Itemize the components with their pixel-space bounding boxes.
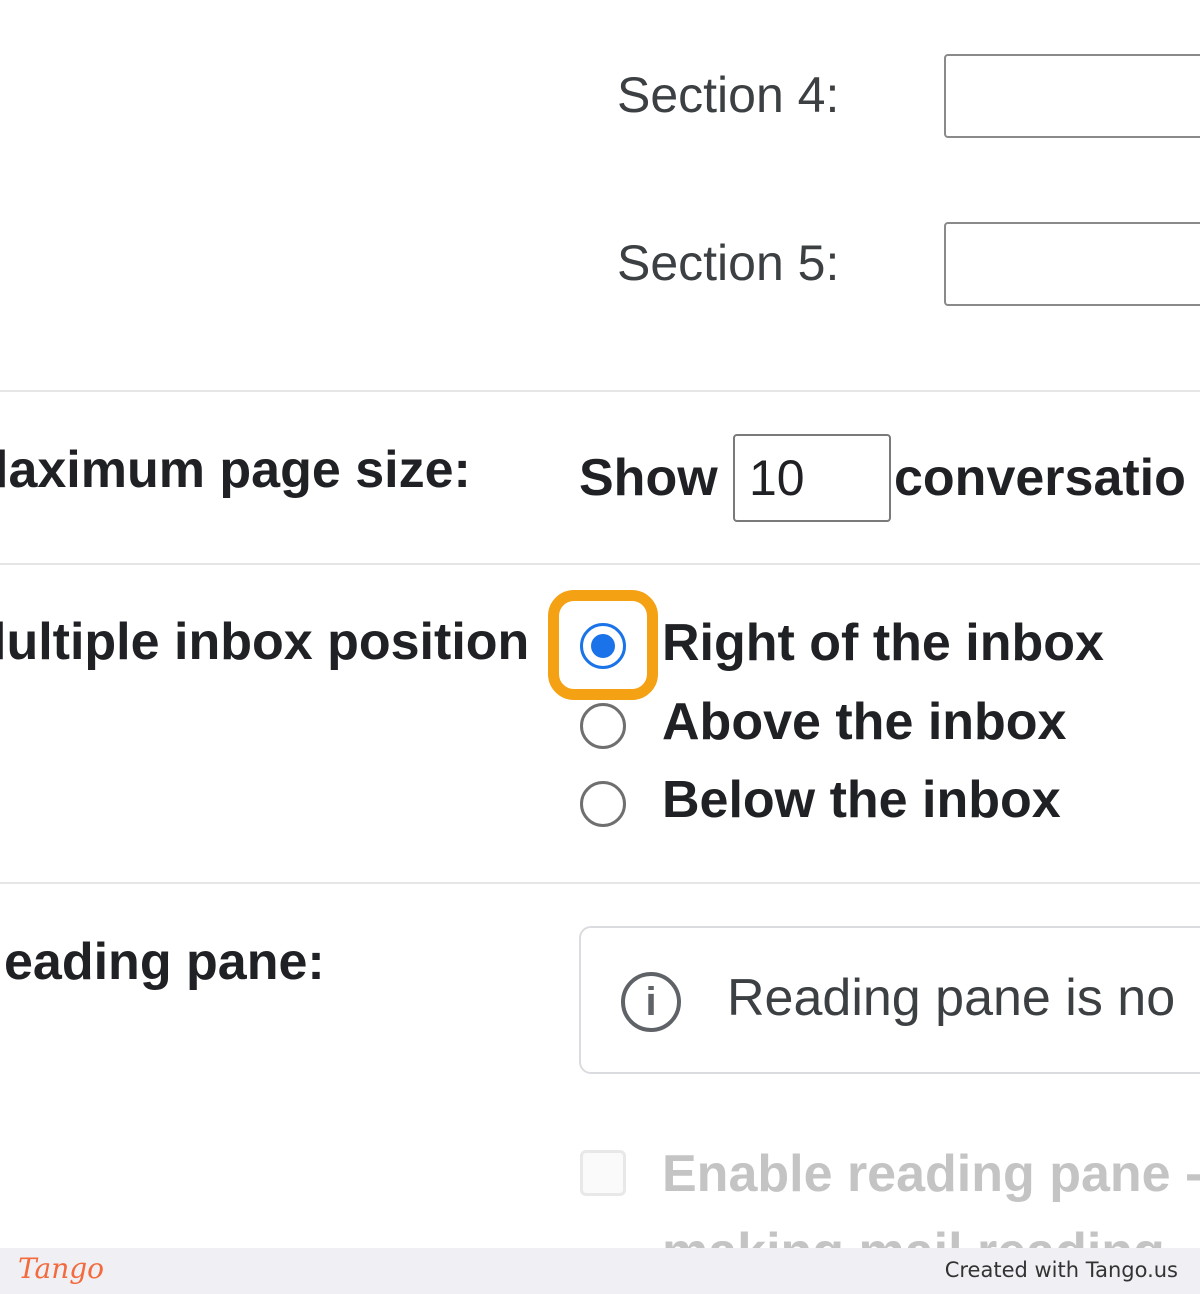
section-4-label: Section 4: — [617, 67, 840, 123]
radio-above-inbox[interactable] — [580, 703, 626, 749]
inbox-position-label: lultiple inbox position — [0, 613, 530, 671]
divider — [0, 882, 1200, 884]
enable-reading-pane-checkbox[interactable] — [580, 1150, 626, 1196]
created-with-credit: Created with Tango.us — [944, 1258, 1178, 1282]
section-5-input[interactable] — [944, 222, 1200, 306]
reading-pane-label: eading pane: — [4, 933, 325, 991]
option-below-inbox-label[interactable]: Below the inbox — [662, 770, 1061, 830]
tango-footer: Tango Created with Tango.us — [0, 1248, 1200, 1294]
enable-reading-pane-sublabel: making mail reading — [662, 1222, 1165, 1248]
radio-below-inbox[interactable] — [580, 781, 626, 827]
option-right-of-inbox-label[interactable]: Right of the inbox — [662, 613, 1104, 673]
info-icon: i — [621, 972, 681, 1032]
divider — [0, 563, 1200, 565]
tango-logo: Tango — [18, 1252, 105, 1285]
section-4-input[interactable] — [944, 54, 1200, 138]
reading-pane-info-text: Reading pane is no — [727, 969, 1176, 1027]
conversations-label: conversatio — [894, 449, 1186, 507]
enable-reading-pane-label: Enable reading pane - — [662, 1145, 1200, 1203]
section-5-label: Section 5: — [617, 235, 840, 291]
show-label: Show — [579, 449, 718, 507]
radio-right-of-inbox[interactable] — [580, 623, 626, 669]
max-page-size-label: laximum page size: — [0, 441, 471, 499]
divider — [0, 390, 1200, 392]
settings-panel: Section 4: Section 5: laximum page size:… — [0, 0, 1200, 1248]
page-size-input[interactable]: 10 — [733, 434, 891, 522]
option-above-inbox-label[interactable]: Above the inbox — [662, 692, 1066, 752]
reading-pane-info-box: i Reading pane is no — [579, 926, 1200, 1074]
